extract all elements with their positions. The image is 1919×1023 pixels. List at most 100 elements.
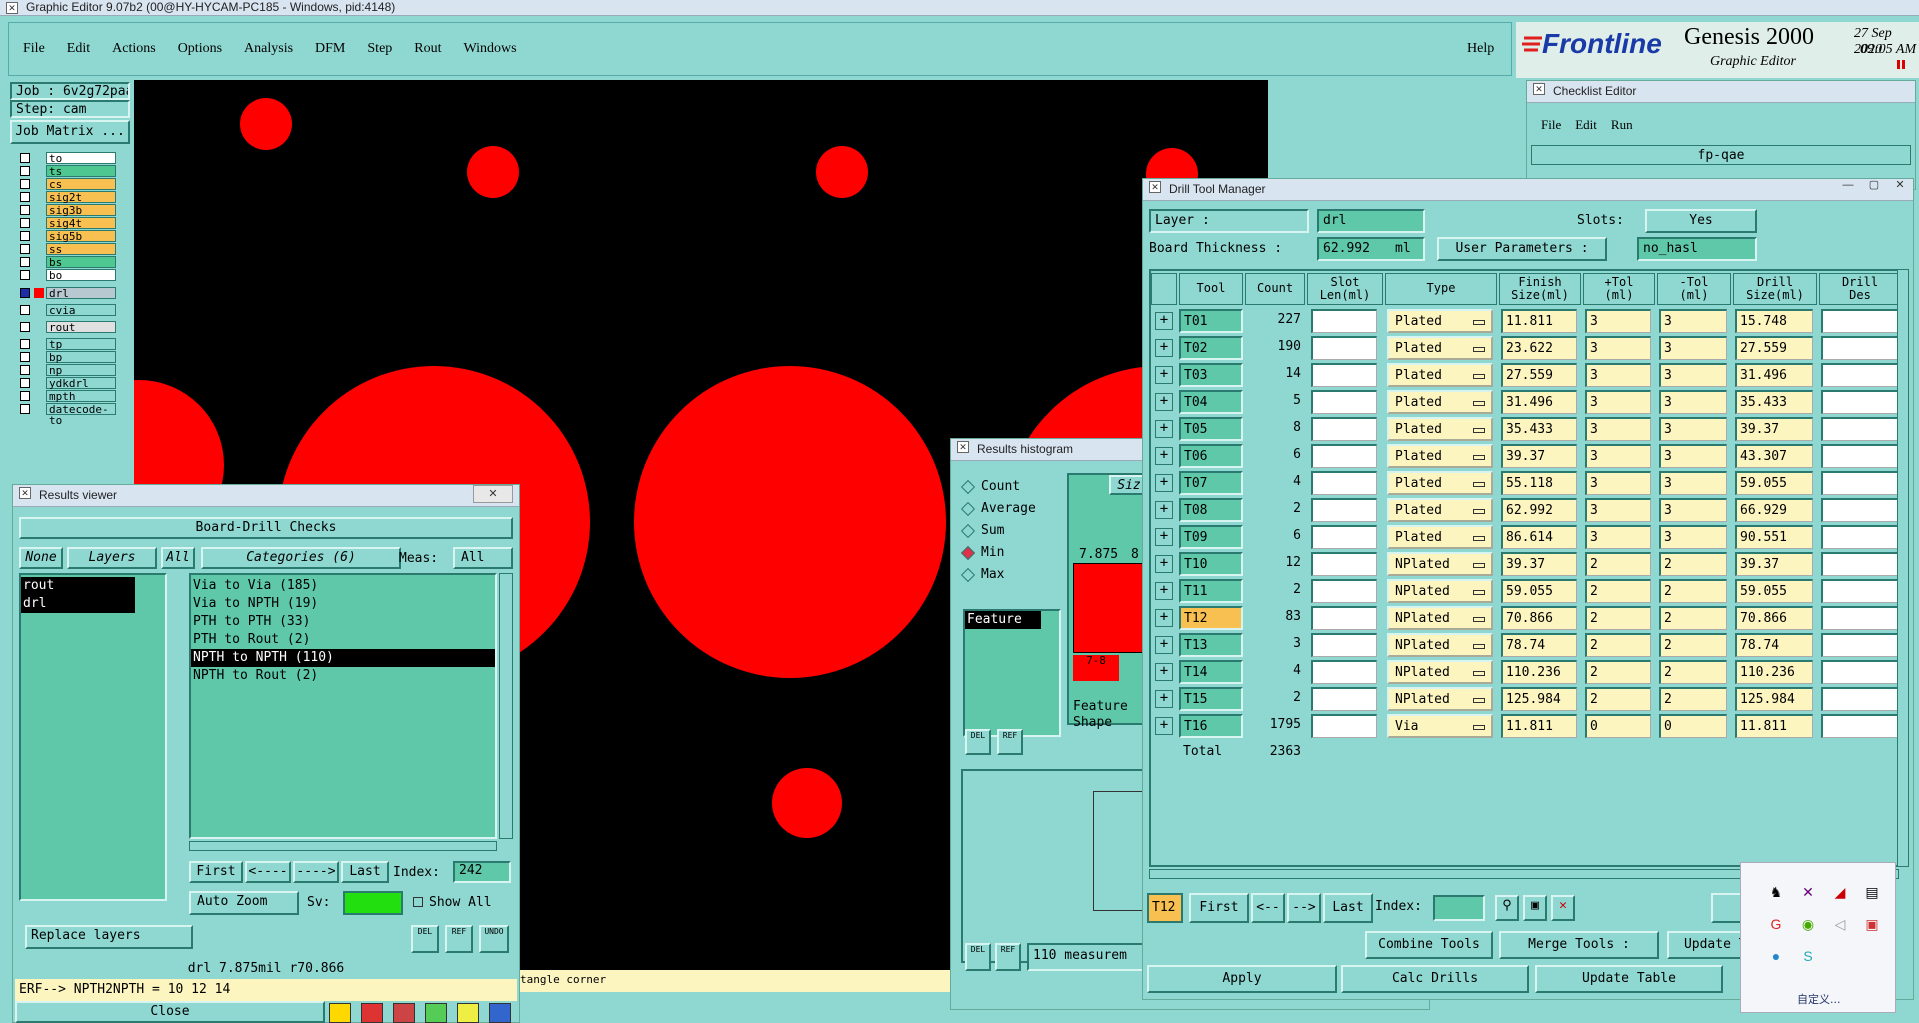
plus-tol-input[interactable]: 0 <box>1585 714 1651 738</box>
checklist-menu-run[interactable]: Run <box>1611 117 1633 133</box>
finish-size-input[interactable]: 59.055 <box>1501 579 1577 603</box>
expand-row-button[interactable]: + <box>1155 474 1173 492</box>
layer-row-bp[interactable]: bp <box>20 351 116 363</box>
plus-tol-input[interactable]: 2 <box>1585 660 1651 684</box>
checklist-menu-edit[interactable]: Edit <box>1575 117 1597 133</box>
finish-size-input[interactable]: 23.622 <box>1501 336 1577 360</box>
layer-name[interactable]: sig3b <box>46 204 116 216</box>
layer-checkbox[interactable] <box>20 179 30 189</box>
menu-edit[interactable]: Edit <box>67 41 90 57</box>
type-dropdown[interactable]: Plated <box>1387 363 1493 387</box>
del-button[interactable]: DEL <box>411 925 439 953</box>
tray-volume-icon[interactable]: ◁ <box>1831 915 1849 933</box>
expand-row-button[interactable]: + <box>1155 663 1173 681</box>
minus-tol-input[interactable]: 2 <box>1659 633 1727 657</box>
tool-cell[interactable]: T09 <box>1179 525 1243 549</box>
drill-size-input[interactable]: 125.984 <box>1735 687 1813 711</box>
layer-checkbox[interactable] <box>20 192 30 202</box>
tray-x-icon[interactable]: ✕ <box>1799 883 1817 901</box>
layer-row-ydkdrl[interactable]: ydkdrl <box>20 377 116 389</box>
minus-tol-input[interactable]: 2 <box>1659 606 1727 630</box>
layer-row-bs[interactable]: bs <box>20 256 116 268</box>
plus-tol-input[interactable]: 2 <box>1585 687 1651 711</box>
layer-checkbox[interactable] <box>20 339 30 349</box>
slot-len-input[interactable] <box>1311 633 1377 657</box>
option-sum[interactable]: Sum <box>960 523 1004 538</box>
type-dropdown[interactable]: Plated <box>1387 417 1493 441</box>
type-dropdown[interactable]: Plated <box>1387 498 1493 522</box>
drill-des-input[interactable] <box>1821 471 1897 495</box>
minus-tol-input[interactable]: 2 <box>1659 552 1727 576</box>
last-button[interactable]: Last <box>341 861 389 883</box>
expand-row-button[interactable]: + <box>1155 717 1173 735</box>
drill-size-input[interactable]: 39.37 <box>1735 552 1813 576</box>
category-item[interactable]: NPTH to Rout (2) <box>191 667 495 685</box>
type-dropdown[interactable]: Plated <box>1387 390 1493 414</box>
finish-size-input[interactable]: 39.37 <box>1501 552 1577 576</box>
tool-cell[interactable]: T05 <box>1179 417 1243 441</box>
type-dropdown[interactable]: NPlated <box>1387 552 1493 576</box>
hist-del-button-2[interactable]: DEL <box>965 943 991 971</box>
slot-len-input[interactable] <box>1311 390 1377 414</box>
slot-len-input[interactable] <box>1311 687 1377 711</box>
drill-size-input[interactable]: 31.496 <box>1735 363 1813 387</box>
tool-cell[interactable]: T04 <box>1179 390 1243 414</box>
layer-checkbox[interactable] <box>20 305 30 315</box>
category-item[interactable]: NPTH to NPTH (110) <box>191 649 495 667</box>
ref-button[interactable]: REF <box>445 925 473 953</box>
expand-row-button[interactable]: + <box>1155 339 1173 357</box>
histogram-bar[interactable] <box>1073 563 1143 653</box>
feature-list[interactable]: Feature <box>963 609 1061 737</box>
replace-layers-dropdown[interactable]: Replace layers <box>25 925 193 949</box>
layer-checkbox[interactable] <box>20 257 30 267</box>
hist-ref-button[interactable]: REF <box>997 729 1023 755</box>
slot-len-input[interactable] <box>1311 525 1377 549</box>
minus-tol-input[interactable]: 3 <box>1659 444 1727 468</box>
option-count[interactable]: Count <box>960 479 1020 494</box>
drill-des-input[interactable] <box>1821 552 1897 576</box>
drill-size-input[interactable]: 15.748 <box>1735 309 1813 333</box>
finish-size-input[interactable]: 11.811 <box>1501 309 1577 333</box>
layer-checkbox[interactable] <box>20 322 30 332</box>
finish-size-input[interactable]: 125.984 <box>1501 687 1577 711</box>
layer-checkbox[interactable] <box>20 205 30 215</box>
minus-tol-input[interactable]: 3 <box>1659 363 1727 387</box>
category-item[interactable]: PTH to Rout (2) <box>191 631 495 649</box>
slot-len-input[interactable] <box>1311 417 1377 441</box>
tool-icon[interactable] <box>457 1003 479 1023</box>
pause-icon[interactable] <box>1897 60 1905 69</box>
slot-len-input[interactable] <box>1311 579 1377 603</box>
tool-cell[interactable]: T07 <box>1179 471 1243 495</box>
dtm-index-field[interactable] <box>1433 895 1485 921</box>
drill-size-input[interactable]: 39.37 <box>1735 417 1813 441</box>
expand-row-button[interactable]: + <box>1155 312 1173 330</box>
plus-tol-input[interactable]: 2 <box>1585 606 1651 630</box>
menu-rout[interactable]: Rout <box>414 41 441 57</box>
drill-size-input[interactable]: 59.055 <box>1735 471 1813 495</box>
finish-size-input[interactable]: 27.559 <box>1501 363 1577 387</box>
minus-tol-input[interactable]: 2 <box>1659 579 1727 603</box>
layer-checkbox[interactable] <box>20 231 30 241</box>
drill-des-input[interactable] <box>1821 633 1897 657</box>
menu-actions[interactable]: Actions <box>112 41 156 57</box>
type-dropdown[interactable]: NPlated <box>1387 579 1493 603</box>
drill-size-input[interactable]: 110.236 <box>1735 660 1813 684</box>
close-icon[interactable]: ✕ <box>473 485 513 503</box>
checklist-menu-file[interactable]: File <box>1541 117 1561 133</box>
option-min[interactable]: Min <box>960 545 1004 560</box>
tool-cell[interactable]: T08 <box>1179 498 1243 522</box>
tool-icon[interactable] <box>425 1003 447 1023</box>
minus-tol-input[interactable]: 3 <box>1659 525 1727 549</box>
slot-len-input[interactable] <box>1311 552 1377 576</box>
type-dropdown[interactable]: Plated <box>1387 309 1493 333</box>
tray-bird-icon[interactable]: ● <box>1767 947 1785 965</box>
tool-cell[interactable]: T16 <box>1179 714 1243 738</box>
type-dropdown[interactable]: NPlated <box>1387 633 1493 657</box>
tray-s-icon[interactable]: S <box>1799 947 1817 965</box>
layers-button[interactable]: Layers <box>67 547 157 569</box>
layer-name[interactable]: to <box>46 152 116 164</box>
tool-cell[interactable]: T14 <box>1179 660 1243 684</box>
layer-checkbox[interactable] <box>20 218 30 228</box>
drill-size-input[interactable]: 70.866 <box>1735 606 1813 630</box>
expand-row-button[interactable]: + <box>1155 609 1173 627</box>
